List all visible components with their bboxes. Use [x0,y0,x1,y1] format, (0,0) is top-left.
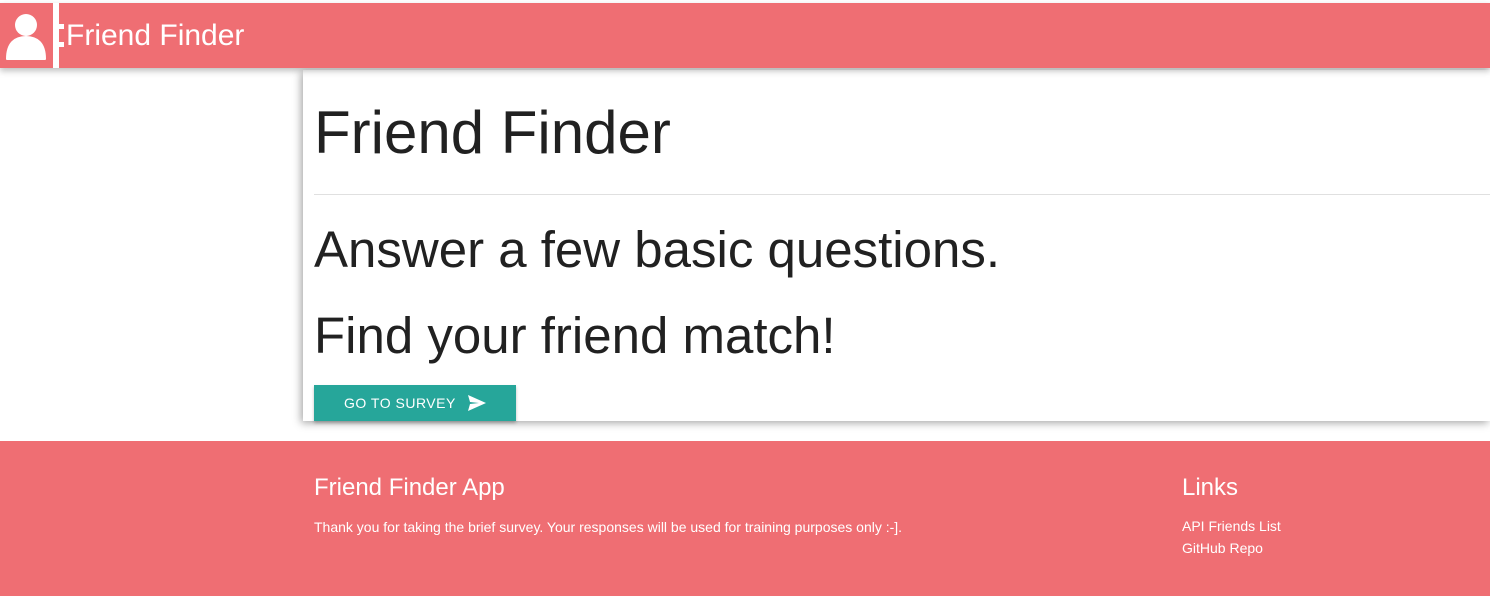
go-to-survey-button[interactable]: GO TO SURVEY [314,385,516,421]
brand-logo-link[interactable]: Friend Finder [66,19,244,53]
go-to-survey-label: GO TO SURVEY [344,395,456,411]
send-icon [468,395,486,411]
footer-app-text: Thank you for taking the brief survey. Y… [314,519,903,535]
navbar: Friend Finder [0,3,1490,68]
hero-tagline-1: Answer a few basic questions. [314,221,1001,278]
footer-app-title: Friend Finder App [314,474,505,501]
footer-link-api-friends-list[interactable]: API Friends List [1182,518,1281,534]
nav-divider-notch [59,42,64,47]
hero-card: Friend Finder Answer a few basic questio… [303,70,1490,421]
footer: Friend Finder App Thank you for taking t… [0,441,1490,596]
footer-links-title: Links [1182,474,1239,501]
hero-tagline-2: Find your friend match! [314,307,836,364]
footer-link-github-repo[interactable]: GitHub Repo [1182,540,1263,556]
nav-divider-notch [59,24,64,29]
nav-divider [53,3,59,68]
hero-divider [314,194,1490,195]
person-icon[interactable] [5,11,47,61]
hero-title: Friend Finder [314,99,671,166]
